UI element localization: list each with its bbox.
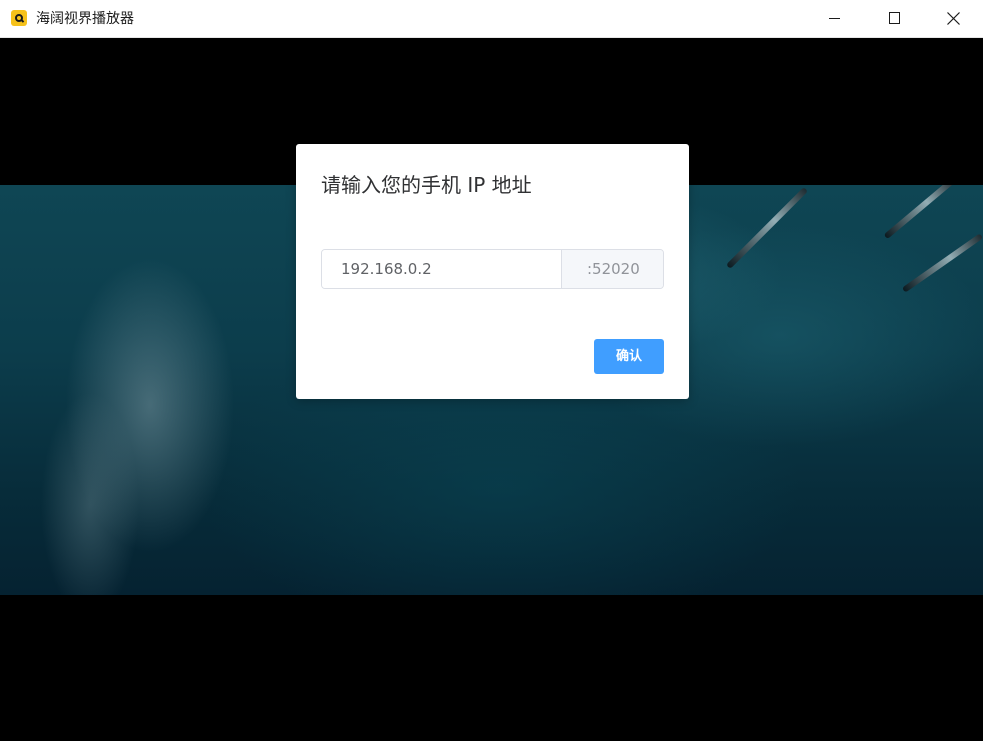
maximize-icon: [889, 12, 900, 24]
minimize-button[interactable]: [807, 0, 865, 37]
window-title: 海阔视界播放器: [36, 11, 134, 27]
port-suffix: :52020: [561, 250, 663, 288]
video-detail: [901, 233, 983, 293]
app-icon: [11, 10, 27, 26]
ip-address-input[interactable]: [322, 250, 561, 288]
ip-dialog: 请输入您的手机 IP 地址 :52020 确认: [296, 144, 689, 399]
close-icon: [947, 12, 960, 25]
minimize-icon: [829, 18, 840, 19]
maximize-button[interactable]: [865, 0, 923, 37]
video-detail: [725, 186, 809, 270]
ip-input-group: :52020: [321, 249, 664, 289]
video-detail: [883, 185, 957, 240]
dialog-title: 请输入您的手机 IP 地址: [321, 173, 532, 197]
close-button[interactable]: [925, 0, 983, 37]
confirm-button[interactable]: 确认: [594, 339, 664, 374]
window-titlebar[interactable]: 海阔视界播放器: [0, 0, 983, 38]
